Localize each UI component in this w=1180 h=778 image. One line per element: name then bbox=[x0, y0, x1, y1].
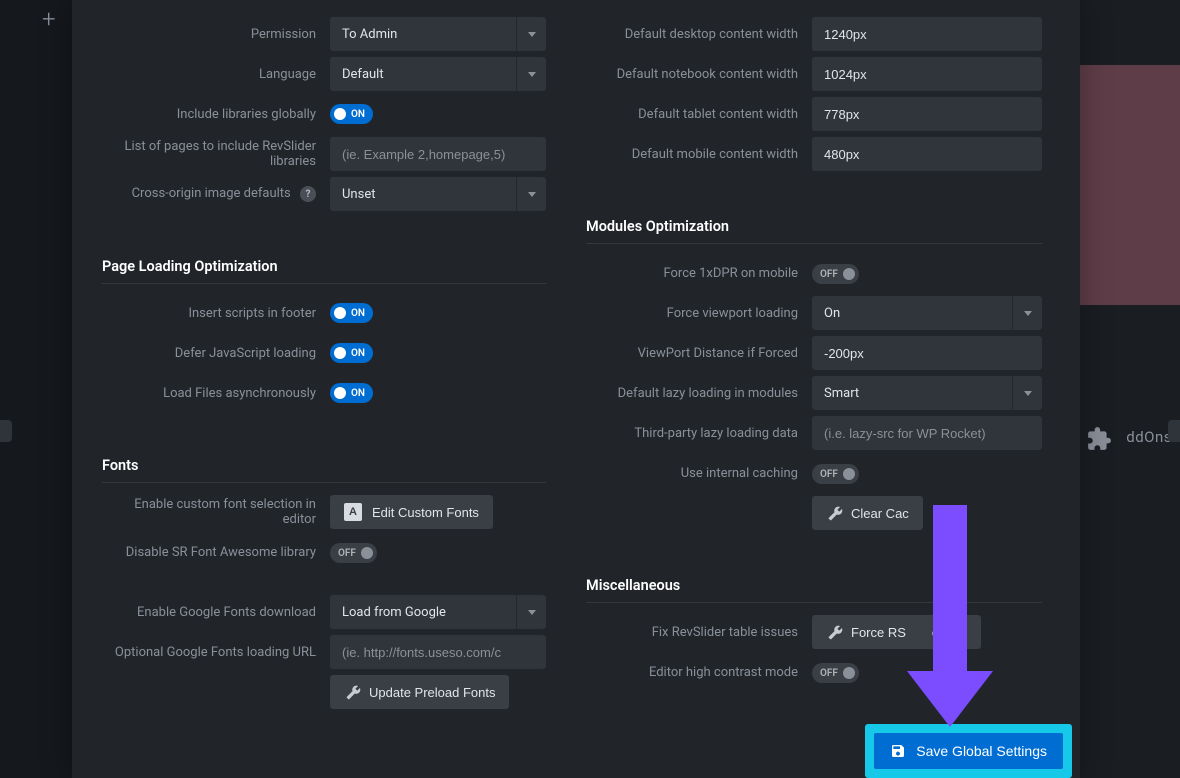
async-files-toggle[interactable]: ON bbox=[330, 383, 373, 403]
scripts-footer-toggle[interactable]: ON bbox=[330, 303, 373, 323]
save-global-settings-button[interactable]: Save Global Settings bbox=[874, 733, 1063, 769]
gfonts-url-label: Optional Google Fonts loading URL bbox=[102, 645, 330, 660]
gfonts-url-input[interactable] bbox=[330, 635, 546, 669]
permission-select[interactable]: To Admin bbox=[330, 17, 546, 51]
addons-puzzle-icon bbox=[1086, 426, 1112, 459]
fonts-title: Fonts bbox=[102, 457, 546, 474]
include-libs-toggle[interactable]: ON bbox=[330, 104, 373, 124]
chevron-down-icon bbox=[516, 595, 546, 629]
cors-select[interactable]: Unset bbox=[330, 177, 546, 211]
force-rs-creation-button[interactable]: Force RSXXXeation bbox=[812, 615, 981, 649]
wrench-icon bbox=[824, 625, 843, 640]
high-contrast-label: Editor high contrast mode bbox=[586, 665, 812, 680]
desktop-width-input[interactable] bbox=[812, 17, 1042, 51]
fix-table-label: Fix RevSlider table issues bbox=[586, 625, 812, 640]
defer-js-label: Defer JavaScript loading bbox=[102, 346, 330, 361]
include-libs-label: Include libraries globally bbox=[102, 107, 330, 122]
high-contrast-toggle[interactable]: OFF bbox=[812, 663, 859, 683]
wrench-icon bbox=[824, 506, 843, 521]
force-viewport-label: Force viewport loading bbox=[586, 306, 812, 321]
third-party-lazy-input[interactable] bbox=[812, 416, 1042, 450]
save-button-highlight: Save Global Settings bbox=[865, 724, 1072, 778]
internal-cache-label: Use internal caching bbox=[586, 466, 812, 481]
chevron-down-icon bbox=[516, 17, 546, 51]
tablet-width-label: Default tablet content width bbox=[586, 107, 812, 122]
modules-opt-title: Modules Optimization bbox=[586, 218, 1042, 235]
chevron-down-icon bbox=[1012, 376, 1042, 410]
custom-font-label: Enable custom font selection in editor bbox=[102, 497, 330, 527]
async-files-label: Load Files asynchronously bbox=[102, 386, 330, 401]
save-icon bbox=[890, 743, 906, 759]
mobile-width-input[interactable] bbox=[812, 137, 1042, 171]
tablet-width-input[interactable] bbox=[812, 97, 1042, 131]
notebook-width-label: Default notebook content width bbox=[586, 67, 812, 82]
force-viewport-select[interactable]: On bbox=[812, 296, 1042, 330]
cors-label: Cross-origin image defaults ? bbox=[102, 186, 330, 203]
chevron-down-icon bbox=[516, 57, 546, 91]
update-preload-fonts-button[interactable]: Update Preload Fonts bbox=[330, 675, 509, 709]
lazy-loading-label: Default lazy loading in modules bbox=[586, 386, 812, 401]
background-tile bbox=[1080, 65, 1180, 305]
pages-list-input[interactable] bbox=[330, 137, 546, 171]
notebook-width-input[interactable] bbox=[812, 57, 1042, 91]
pages-list-label: List of pages to include RevSlider libra… bbox=[102, 139, 330, 169]
panel-handle-left[interactable] bbox=[0, 420, 12, 442]
internal-cache-toggle[interactable]: OFF bbox=[812, 464, 859, 484]
force-1xdpr-toggle[interactable]: OFF bbox=[812, 264, 859, 284]
chevron-down-icon bbox=[516, 177, 546, 211]
help-icon[interactable]: ? bbox=[300, 186, 316, 202]
language-select[interactable]: Default bbox=[330, 57, 546, 91]
permission-label: Permission bbox=[102, 27, 330, 42]
desktop-width-label: Default desktop content width bbox=[586, 27, 812, 42]
viewport-dist-input[interactable] bbox=[812, 336, 1042, 370]
enable-gfonts-select[interactable]: Load from Google bbox=[330, 595, 546, 629]
language-label: Language bbox=[102, 67, 330, 82]
page-loading-title: Page Loading Optimization bbox=[102, 258, 546, 275]
disable-fa-toggle[interactable]: OFF bbox=[330, 543, 377, 563]
panel-handle-right[interactable] bbox=[1168, 420, 1180, 442]
lazy-loading-select[interactable]: Smart bbox=[812, 376, 1042, 410]
chevron-down-icon bbox=[1012, 296, 1042, 330]
clear-cache-button[interactable]: Clear Cac bbox=[812, 496, 923, 530]
defer-js-toggle[interactable]: ON bbox=[330, 343, 373, 363]
edit-custom-fonts-button[interactable]: A Edit Custom Fonts bbox=[330, 495, 493, 529]
font-a-icon: A bbox=[344, 503, 362, 521]
settings-panel: Permission To Admin Language Default Inc… bbox=[72, 0, 1080, 778]
wrench-icon bbox=[342, 685, 361, 700]
scripts-footer-label: Insert scripts in footer bbox=[102, 306, 330, 321]
misc-title: Miscellaneous bbox=[586, 577, 1042, 594]
enable-gfonts-label: Enable Google Fonts download bbox=[102, 605, 330, 620]
mobile-width-label: Default mobile content width bbox=[586, 147, 812, 162]
add-icon[interactable]: + bbox=[42, 5, 56, 33]
force-1xdpr-label: Force 1xDPR on mobile bbox=[586, 266, 812, 281]
viewport-dist-label: ViewPort Distance if Forced bbox=[586, 346, 812, 361]
third-party-lazy-label: Third-party lazy loading data bbox=[586, 426, 812, 441]
disable-fa-label: Disable SR Font Awesome library bbox=[102, 545, 330, 560]
